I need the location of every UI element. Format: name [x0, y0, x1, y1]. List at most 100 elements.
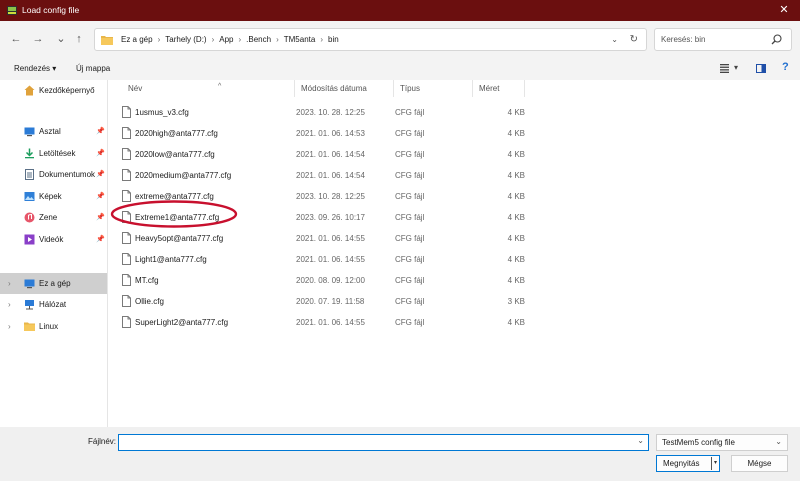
file-icon [122, 127, 131, 139]
filename-field[interactable]: ⌄ [118, 434, 649, 451]
address-dropdown-icon[interactable]: ⌄ [611, 29, 618, 50]
pictures-icon [24, 192, 35, 201]
open-split-dropdown-icon[interactable]: ▾ [711, 457, 719, 470]
file-name: 2020high@anta777.cfg [135, 129, 218, 138]
file-name: Ollie.cfg [135, 297, 164, 306]
folder-icon [101, 36, 113, 45]
file-type: CFG fájl [395, 276, 425, 285]
pin-icon: 📌 [96, 171, 105, 178]
sidebar-item-label: Asztal [39, 127, 61, 136]
file-row[interactable]: Light1@anta777.cfg 2021. 01. 06. 14:55 CFG… [116, 249, 636, 270]
file-size: 4 KB [507, 213, 525, 222]
column-header-date[interactable]: Módosítás dátuma [295, 80, 394, 97]
breadcrumb: Ez a gép › Tarhely (D:) › App › .Bench › TM5anta… [121, 29, 339, 50]
address-bar[interactable]: Ez a gép › Tarhely (D:) › App › .Bench › TM5anta… [94, 28, 647, 51]
file-row[interactable]: 2020medium@anta777.cfg 2021. 01. 06. 14:5… [116, 165, 636, 186]
forward-button[interactable]: → [30, 31, 46, 47]
up-button[interactable]: ↑ [71, 31, 87, 47]
command-bar: Rendezés ▾ Új mappa ▾ ? [0, 58, 800, 80]
filetype-select[interactable]: TestMem5 config file ⌄ [656, 434, 788, 451]
file-row[interactable]: 2020low@anta777.cfg 2021. 01. 06. 14:54 CF… [116, 144, 636, 165]
filename-dropdown-icon[interactable]: ⌄ [637, 436, 644, 445]
sidebar-item-label: Képek [39, 192, 62, 201]
file-type: CFG fájl [395, 297, 425, 306]
sidebar-item-downloads[interactable]: Letöltések 📌 [0, 143, 107, 164]
file-date: 2021. 01. 06. 14:53 [296, 129, 365, 138]
help-icon[interactable]: ? [782, 61, 789, 73]
crumb-app[interactable]: App [219, 35, 233, 44]
column-header-size[interactable]: Méret [473, 80, 525, 97]
file-date: 2021. 01. 06. 14:54 [296, 150, 365, 159]
file-icon [122, 253, 131, 265]
file-row[interactable]: 1usmus_v3.cfg 2023. 10. 28. 12:25 CFG fájl… [116, 102, 636, 123]
column-header-name[interactable]: Név ^ [122, 80, 295, 97]
expand-chevron-icon[interactable]: › [8, 316, 11, 337]
file-name: 2020low@anta777.cfg [135, 150, 215, 159]
file-type: CFG fájl [395, 234, 425, 243]
sidebar-item-this-pc[interactable]: › Ez a gép [0, 273, 107, 294]
sidebar-item-label: Zene [39, 213, 58, 222]
expand-chevron-icon[interactable]: › [8, 273, 11, 294]
sidebar-item-label: Videók [39, 235, 64, 244]
file-row[interactable]: MT.cfg 2020. 08. 09. 12:00 CFG fájl 4 KB [116, 270, 636, 291]
file-type: CFG fájl [395, 192, 425, 201]
column-header-type[interactable]: Típus [394, 80, 473, 97]
sidebar-item-linux[interactable]: › Linux [0, 316, 107, 337]
close-button[interactable]: ✕ [768, 0, 800, 21]
organize-label: Rendezés [14, 64, 51, 73]
new-folder-button[interactable]: Új mappa [76, 64, 110, 73]
documents-icon [25, 169, 34, 180]
back-button[interactable]: ← [8, 31, 24, 47]
expand-chevron-icon[interactable]: › [8, 294, 11, 315]
file-date: 2023. 10. 28. 12:25 [296, 108, 365, 117]
sidebar-item-documents[interactable]: Dokumentumok 📌 [0, 164, 107, 185]
file-name: Heavy5opt@anta777.cfg [135, 234, 224, 243]
file-icon [122, 148, 131, 160]
file-row[interactable]: SuperLight2@anta777.cfg 2021. 01. 06. 14:… [116, 312, 636, 333]
sidebar-item-desktop[interactable]: Asztal 📌 [0, 121, 107, 142]
view-options-icon[interactable] [720, 64, 729, 73]
crumb-bench[interactable]: .Bench [246, 35, 271, 44]
videos-icon [24, 234, 35, 245]
file-size: 4 KB [507, 108, 525, 117]
preview-pane-icon[interactable] [756, 64, 766, 73]
sidebar-item-pictures[interactable]: Képek 📌 [0, 186, 107, 207]
file-type: CFG fájl [395, 255, 425, 264]
crumb-bin[interactable]: bin [328, 35, 339, 44]
file-row[interactable]: Heavy5opt@anta777.cfg 2021. 01. 06. 14:55… [116, 228, 636, 249]
music-icon [24, 212, 35, 223]
dropdown-recent-icon[interactable]: ⌄ [53, 31, 69, 47]
home-icon [24, 85, 35, 96]
file-date: 2020. 07. 19. 11:58 [296, 297, 365, 306]
file-row[interactable]: Ollie.cfg 2020. 07. 19. 11:58 CFG fájl 3 KB [116, 291, 636, 312]
crumb-this-pc[interactable]: Ez a gép [121, 35, 153, 44]
file-row[interactable]: 2020high@anta777.cfg 2021. 01. 06. 14:53 C… [116, 123, 636, 144]
filename-input[interactable] [121, 436, 631, 449]
view-dropdown-icon[interactable]: ▾ [734, 63, 738, 72]
file-type: CFG fájl [395, 150, 425, 159]
open-label: Megnyitás [663, 459, 700, 468]
crumb-tm5anta[interactable]: TM5anta [284, 35, 316, 44]
file-size: 4 KB [507, 318, 525, 327]
search-icon [771, 34, 782, 45]
search-box[interactable]: Keresés: bin [654, 28, 792, 51]
pin-icon: 📌 [96, 193, 105, 200]
organize-button[interactable]: Rendezés ▾ [14, 64, 56, 73]
refresh-icon[interactable]: ↻ [630, 29, 638, 50]
address-row: ← → ⌄ ↑ Ez a gép › Tarhely (D:) › App › .Bench… [0, 21, 800, 58]
sidebar-item-music[interactable]: Zene 📌 [0, 207, 107, 228]
sidebar-item-label: Ez a gép [39, 279, 71, 288]
file-size: 4 KB [507, 255, 525, 264]
open-button[interactable]: Megnyitás ▾ [656, 455, 720, 472]
sidebar-item-network[interactable]: › Hálózat [0, 294, 107, 315]
file-icon [122, 274, 131, 286]
crumb-drive[interactable]: Tarhely (D:) [165, 35, 206, 44]
sidebar-item-home[interactable]: Kezdőképernyő [0, 80, 107, 101]
sidebar-item-videos[interactable]: Videók 📌 [0, 229, 107, 250]
cancel-button[interactable]: Mégse [731, 455, 788, 472]
desktop-icon [24, 127, 35, 137]
file-date: 2021. 01. 06. 14:55 [296, 255, 365, 264]
file-size: 4 KB [507, 276, 525, 285]
file-name: Light1@anta777.cfg [135, 255, 207, 264]
downloads-icon [25, 148, 34, 159]
